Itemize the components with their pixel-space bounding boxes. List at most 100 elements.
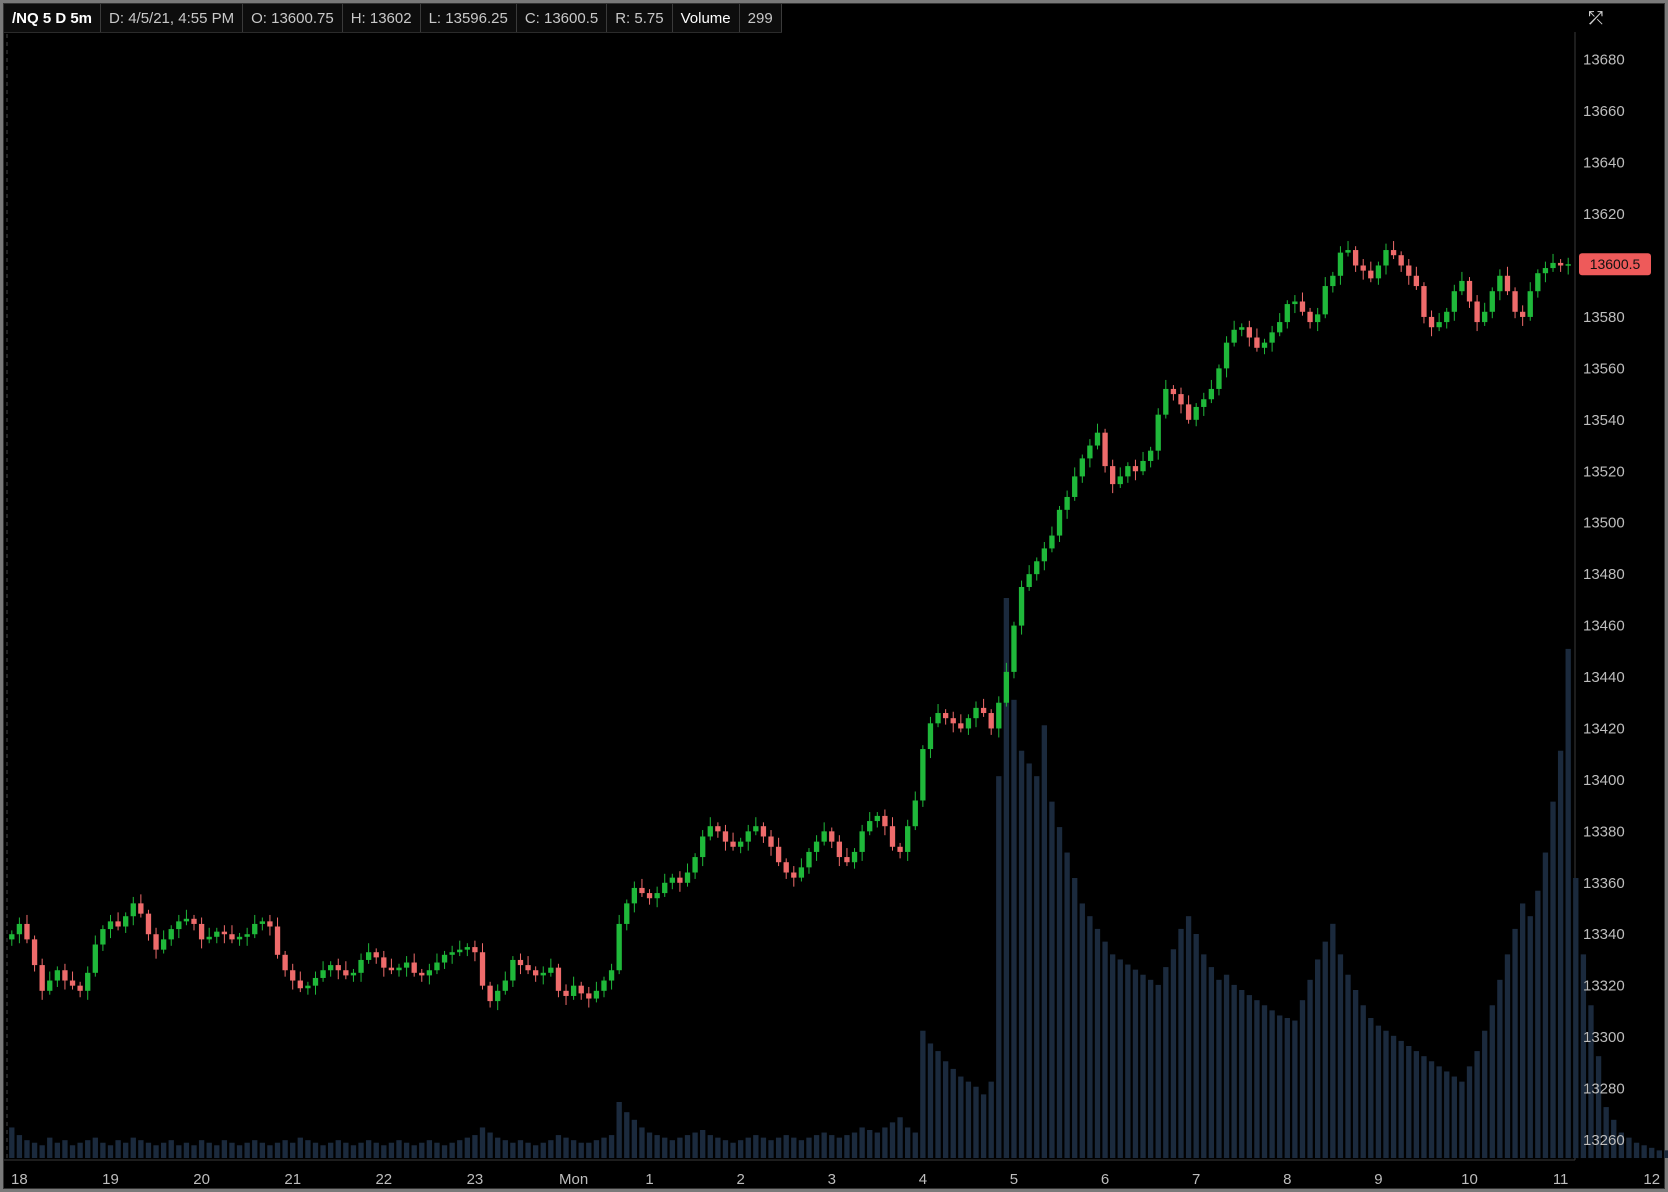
volume-bar — [1094, 928, 1101, 1158]
candle-body — [198, 923, 205, 940]
candle-body — [274, 926, 281, 955]
volume-bar — [1049, 801, 1055, 1158]
volume-bar — [274, 1142, 281, 1158]
candle-body — [479, 952, 486, 986]
candle-body — [1428, 316, 1435, 328]
candle-body — [988, 713, 994, 729]
volume-bar — [1299, 1000, 1306, 1158]
candle-body — [373, 952, 379, 958]
volume-bar — [1550, 801, 1556, 1158]
candle-body — [138, 903, 144, 914]
volume-bar — [39, 1145, 45, 1158]
volume-bar — [631, 1119, 638, 1158]
candle-body — [996, 702, 1002, 729]
volume-bar — [1011, 699, 1017, 1158]
volume-bar — [980, 1094, 987, 1158]
volume-bar — [54, 1142, 61, 1158]
volume-bar — [920, 1030, 926, 1158]
candle-body — [252, 923, 258, 935]
candle-body — [1512, 291, 1518, 312]
candle-body — [77, 985, 83, 991]
candle-body — [123, 916, 129, 927]
volume-bar — [684, 1135, 691, 1158]
candle-body — [1482, 311, 1488, 323]
volume-bar — [737, 1140, 744, 1158]
y-tick-label: 13580 — [1583, 309, 1625, 326]
y-tick-label: 13480 — [1583, 566, 1625, 583]
price-chart[interactable]: 13260 13280 13300 13320 13340 13360 13380 13400… — [0, 0, 1668, 1192]
candle-body — [1147, 450, 1154, 461]
candle-body — [1223, 342, 1230, 369]
volume-bar — [829, 1135, 835, 1158]
candle-body — [844, 857, 850, 863]
x-tick-label: 8 — [1283, 1171, 1291, 1188]
volume-bar — [851, 1132, 858, 1158]
candle-body — [1368, 270, 1374, 279]
volume-bar — [1117, 959, 1123, 1158]
volume-bar — [335, 1140, 341, 1158]
candle-body — [1345, 250, 1351, 253]
candle-body — [889, 826, 896, 847]
candle-body — [176, 921, 182, 930]
candle-body — [1527, 291, 1533, 317]
volume-bar — [1444, 1071, 1450, 1158]
volume-bar — [312, 1142, 319, 1158]
symbol-label[interactable]: /NQ 5 D 5m — [4, 4, 102, 32]
volume-bar — [662, 1137, 668, 1158]
volume-bar — [1163, 967, 1169, 1158]
volume-bar — [62, 1140, 68, 1158]
candle-body — [980, 707, 987, 714]
volume-bar — [1375, 1025, 1382, 1158]
volume-bar — [973, 1086, 979, 1158]
volume-bar — [548, 1140, 554, 1158]
volume-bar — [570, 1140, 577, 1158]
candle-body — [168, 929, 174, 940]
candle-body — [244, 934, 250, 937]
candle-body — [973, 707, 979, 719]
volume-bar — [434, 1142, 440, 1158]
candle-body — [282, 954, 288, 971]
volume-bar — [236, 1145, 243, 1158]
candle-body — [69, 980, 76, 986]
volume-bar — [791, 1137, 797, 1158]
volume-bar — [821, 1132, 827, 1158]
volume-bar — [1307, 979, 1313, 1158]
volume-bar — [328, 1142, 334, 1158]
volume-bar — [472, 1135, 478, 1158]
volume-bar — [1231, 984, 1237, 1158]
volume-bar — [221, 1140, 228, 1158]
volume-bar — [517, 1140, 524, 1158]
volume-bar — [1406, 1046, 1412, 1158]
volume-bar — [305, 1140, 311, 1158]
x-tick-label: 10 — [1461, 1171, 1478, 1188]
volume-bar — [31, 1142, 38, 1158]
candle-body — [684, 872, 691, 883]
volume-bar — [138, 1140, 144, 1158]
volume-bar — [441, 1145, 448, 1158]
volume-bar — [350, 1145, 357, 1158]
y-tick-label: 13380 — [1583, 823, 1625, 840]
volume-bar — [1345, 974, 1351, 1158]
volume-bar — [700, 1130, 706, 1158]
volume-bar — [1208, 967, 1215, 1158]
candle-body — [1094, 432, 1101, 446]
volume-bar — [935, 1051, 941, 1158]
volume-bar — [1428, 1061, 1435, 1158]
volume-bar — [1201, 954, 1207, 1158]
candle-body — [24, 923, 30, 940]
volume-bar — [365, 1140, 372, 1158]
volume-bar — [252, 1140, 258, 1158]
volume-bar — [1633, 1142, 1640, 1158]
candle-body — [9, 934, 15, 940]
volume-bar — [525, 1142, 531, 1158]
y-tick-label: 13260 — [1583, 1132, 1625, 1149]
volume-bar — [897, 1117, 903, 1158]
candle-body — [882, 815, 888, 827]
candle-body — [365, 952, 372, 960]
candle-body — [1497, 275, 1503, 292]
volume-bar — [1185, 916, 1192, 1158]
candle-body — [1231, 329, 1237, 343]
candle-body — [31, 939, 38, 966]
chart-settings-icon[interactable]: ⤱ — [1583, 6, 1609, 30]
volume-bar — [244, 1142, 250, 1158]
